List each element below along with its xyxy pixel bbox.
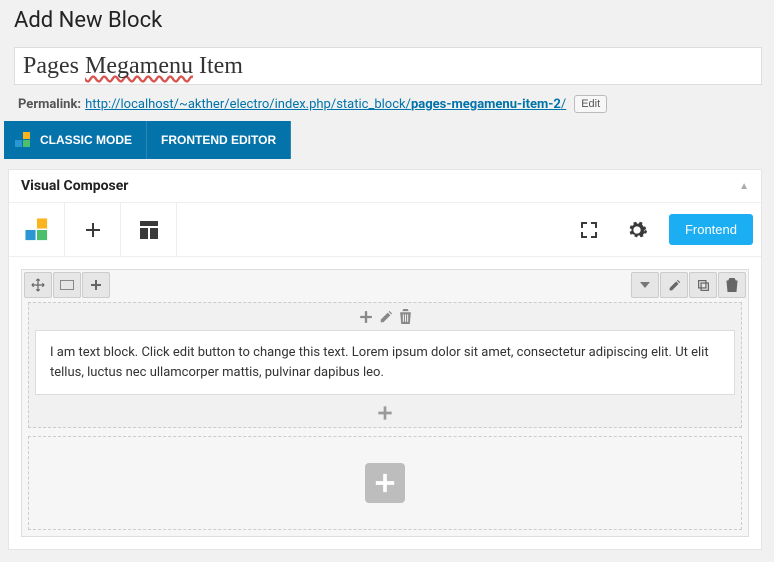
add-row-button[interactable] (365, 463, 405, 503)
vc-logo-button[interactable] (9, 203, 65, 256)
vc-logo-icon (14, 131, 32, 149)
mode-tabs: CLASSIC MODE FRONTEND EDITOR (4, 121, 762, 159)
columns-layout-button[interactable] (53, 272, 81, 298)
column-add-button[interactable] (359, 309, 373, 324)
text-block[interactable]: I am text block. Click edit button to ch… (35, 330, 735, 395)
add-element-below-button[interactable] (29, 399, 741, 427)
clone-row-button[interactable] (689, 272, 717, 298)
post-title-input[interactable]: Pages Megamenu Item (14, 47, 762, 85)
frontend-editor-label: FRONTEND EDITOR (161, 133, 276, 147)
fullscreen-button[interactable] (567, 208, 611, 252)
title-part-after: Item (193, 53, 243, 79)
frontend-editor-tab[interactable]: FRONTEND EDITOR (147, 121, 291, 159)
vc-row: I am text block. Click edit button to ch… (21, 269, 749, 537)
permalink-base: http://localhost/~akther/electro/index.p… (85, 97, 411, 112)
vc-toolbar: Frontend (9, 203, 761, 257)
settings-button[interactable] (615, 208, 659, 252)
permalink-slug: pages-megamenu-item-2 (411, 97, 561, 112)
title-part-before: Pages (23, 53, 85, 79)
add-column-button[interactable] (82, 272, 110, 298)
frontend-button[interactable]: Frontend (669, 214, 753, 245)
add-element-button[interactable] (65, 203, 121, 256)
row-dropdown-button[interactable] (631, 272, 659, 298)
page-title: Add New Block (4, 6, 762, 47)
move-row-button[interactable] (24, 272, 52, 298)
title-part-spellerr: Megamenu (85, 53, 193, 79)
empty-drop-zone[interactable] (28, 436, 742, 530)
classic-mode-label: CLASSIC MODE (40, 133, 132, 147)
permalink-row: Permalink: http://localhost/~akther/elec… (18, 95, 762, 113)
vc-column: I am text block. Click edit button to ch… (28, 302, 742, 428)
collapse-toggle-icon[interactable]: ▲ (739, 181, 749, 192)
column-edit-button[interactable] (379, 309, 393, 324)
permalink-link[interactable]: http://localhost/~akther/electro/index.p… (85, 97, 566, 112)
column-delete-button[interactable] (399, 309, 412, 324)
permalink-trail: / (561, 97, 566, 112)
visual-composer-panel: Visual Composer ▲ (8, 169, 762, 550)
text-block-content: I am text block. Click edit button to ch… (50, 345, 709, 380)
delete-row-button[interactable] (718, 272, 746, 298)
classic-mode-tab[interactable]: CLASSIC MODE (4, 121, 147, 159)
templates-button[interactable] (121, 203, 177, 256)
permalink-label: Permalink: (18, 97, 81, 112)
edit-permalink-button[interactable]: Edit (574, 95, 607, 113)
edit-row-button[interactable] (660, 272, 688, 298)
panel-title: Visual Composer (21, 178, 128, 194)
